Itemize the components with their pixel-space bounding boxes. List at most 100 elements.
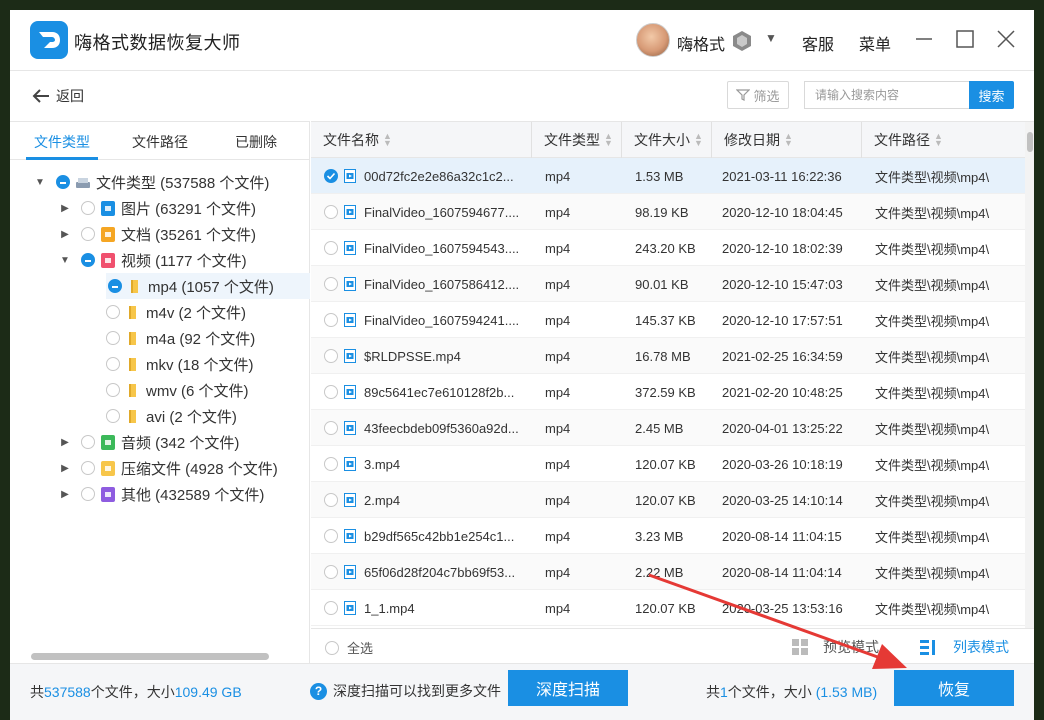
table-row[interactable]: FinalVideo_1607586412.... mp4 90.01 KB 2020… bbox=[311, 266, 1025, 302]
tree-checkbox[interactable] bbox=[108, 279, 122, 293]
menu-link[interactable]: 菜单 bbox=[859, 31, 891, 55]
cell-file-path: 文件类型\视频\mp4\ bbox=[875, 493, 990, 509]
row-checkbox[interactable] bbox=[324, 169, 338, 183]
cell-file-path: 文件类型\视频\mp4\ bbox=[875, 565, 990, 581]
recover-button[interactable]: 恢复 bbox=[894, 670, 1014, 706]
cell-file-size: 243.20 KB bbox=[635, 240, 696, 256]
row-checkbox[interactable] bbox=[324, 385, 338, 399]
vertical-scrollbar-thumb[interactable] bbox=[1027, 132, 1033, 152]
col-header-name[interactable]: 文件名称 ▲ ▼ bbox=[311, 122, 532, 158]
tree-item[interactable]: ▶ 其他 (432589 个文件) bbox=[59, 481, 264, 507]
tree-item-label: avi (2 个文件) bbox=[146, 408, 237, 426]
tree-item[interactable]: ▼ 视频 (1177 个文件) bbox=[59, 247, 247, 273]
table-row[interactable]: 00d72fc2e2e86a32c1c2... mp4 1.53 MB 2021-03… bbox=[311, 158, 1025, 194]
table-row[interactable]: 43feecbdeb09f5360a92d... mp4 2.45 MB 2020-0… bbox=[311, 410, 1025, 446]
tree-checkbox[interactable] bbox=[56, 175, 70, 189]
tree-item[interactable]: mp4 (1057 个文件) bbox=[106, 273, 310, 299]
row-checkbox[interactable] bbox=[324, 277, 338, 291]
expand-arrow-icon[interactable]: ▶ bbox=[59, 489, 71, 500]
tree-item[interactable]: ▶ 图片 (63291 个文件) bbox=[59, 195, 256, 221]
cell-modified-date: 2020-03-25 13:53:16 bbox=[722, 600, 843, 616]
username[interactable]: 嗨格式 bbox=[677, 31, 725, 55]
row-checkbox[interactable] bbox=[324, 457, 338, 471]
filter-button[interactable]: 筛选 bbox=[727, 81, 789, 109]
tree-item-label: m4v (2 个文件) bbox=[146, 304, 247, 322]
table-row[interactable]: 3.mp4 mp4 120.07 KB 2020-03-26 10:18:19 文件类型… bbox=[311, 446, 1025, 482]
tree-checkbox[interactable] bbox=[81, 227, 95, 241]
minimize-icon[interactable] bbox=[913, 28, 935, 50]
table-row[interactable]: 65f06d28f204c7bb69f53... mp4 2.22 MB 2020-0… bbox=[311, 554, 1025, 590]
tree-item[interactable]: m4a (92 个文件) bbox=[84, 325, 255, 351]
expand-arrow-icon[interactable]: ▶ bbox=[59, 203, 71, 214]
col-header-path[interactable]: 文件路径 ▲ ▼ bbox=[862, 122, 1025, 158]
customer-service-link[interactable]: 客服 bbox=[802, 31, 834, 55]
horizontal-scrollbar[interactable] bbox=[31, 653, 269, 660]
user-dropdown-icon[interactable]: ▼ bbox=[765, 31, 777, 45]
table-row[interactable]: 1_1.mp4 mp4 120.07 KB 2020-03-25 13:53:16 文件… bbox=[311, 590, 1025, 626]
vertical-scrollbar-track[interactable] bbox=[1025, 122, 1034, 638]
deep-scan-button[interactable]: 深度扫描 bbox=[508, 670, 628, 706]
tree-checkbox[interactable] bbox=[106, 331, 120, 345]
expand-arrow-icon[interactable]: ▶ bbox=[59, 229, 71, 240]
select-all[interactable]: 全选 bbox=[325, 638, 373, 657]
row-checkbox[interactable] bbox=[324, 493, 338, 507]
col-header-type[interactable]: 文件类型 ▲ ▼ bbox=[532, 122, 622, 158]
preview-mode-button[interactable]: 预览模式 bbox=[791, 637, 879, 657]
cell-modified-date: 2020-12-10 17:57:51 bbox=[722, 312, 843, 328]
row-checkbox[interactable] bbox=[324, 349, 338, 363]
row-checkbox[interactable] bbox=[324, 205, 338, 219]
search-button[interactable]: 搜索 bbox=[969, 81, 1014, 109]
tree-item[interactable]: ▼ 文件类型 (537588 个文件) bbox=[34, 169, 269, 195]
back-arrow-icon bbox=[32, 89, 49, 103]
select-all-checkbox[interactable] bbox=[325, 640, 339, 655]
tree-checkbox[interactable] bbox=[106, 409, 120, 423]
tree-checkbox[interactable] bbox=[81, 201, 95, 215]
search-input[interactable] bbox=[804, 81, 970, 109]
tree-checkbox[interactable] bbox=[106, 305, 120, 319]
tab-deleted[interactable]: 已删除 bbox=[235, 132, 277, 152]
tab-file-type[interactable]: 文件类型 bbox=[34, 132, 90, 152]
sort-icon: ▲ ▼ bbox=[934, 131, 943, 148]
table-row[interactable]: FinalVideo_1607594543.... mp4 243.20 KB 202… bbox=[311, 230, 1025, 266]
table-row[interactable]: 2.mp4 mp4 120.07 KB 2020-03-25 14:10:14 文件类型… bbox=[311, 482, 1025, 518]
list-mode-button[interactable]: 列表模式 bbox=[919, 637, 1009, 657]
col-header-date[interactable]: 修改日期 ▲ ▼ bbox=[712, 122, 862, 158]
tree-item[interactable]: ▶ 压缩文件 (4928 个文件) bbox=[59, 455, 278, 481]
maximize-icon[interactable] bbox=[954, 28, 976, 50]
tree-item[interactable]: ▶ 文档 (35261 个文件) bbox=[59, 221, 256, 247]
tab-file-path[interactable]: 文件路径 bbox=[132, 132, 188, 152]
tree-checkbox[interactable] bbox=[81, 253, 95, 267]
row-checkbox[interactable] bbox=[324, 529, 338, 543]
cell-file-size: 120.07 KB bbox=[635, 456, 696, 472]
help-icon[interactable]: ? bbox=[310, 682, 327, 700]
expand-arrow-icon[interactable]: ▶ bbox=[59, 437, 71, 448]
tree-checkbox[interactable] bbox=[106, 383, 120, 397]
tree-item[interactable]: mkv (18 个文件) bbox=[84, 351, 254, 377]
row-checkbox[interactable] bbox=[324, 241, 338, 255]
tree-item[interactable]: ▶ 音频 (342 个文件) bbox=[59, 429, 239, 455]
tree-checkbox[interactable] bbox=[106, 357, 120, 371]
table-row[interactable]: FinalVideo_1607594241.... mp4 145.37 KB 202… bbox=[311, 302, 1025, 338]
row-checkbox[interactable] bbox=[324, 421, 338, 435]
tree-checkbox[interactable] bbox=[81, 435, 95, 449]
table-row[interactable]: $RLDPSSE.mp4 mp4 16.78 MB 2021-02-25 16:34:… bbox=[311, 338, 1025, 374]
collapse-arrow-icon[interactable]: ▼ bbox=[34, 177, 46, 188]
tree-item[interactable]: avi (2 个文件) bbox=[84, 403, 237, 429]
row-checkbox[interactable] bbox=[324, 313, 338, 327]
tree-item-label: 文档 (35261 个文件) bbox=[121, 226, 257, 244]
row-checkbox[interactable] bbox=[324, 601, 338, 615]
expand-arrow-icon[interactable]: ▶ bbox=[59, 463, 71, 474]
col-header-size[interactable]: 文件大小 ▲ ▼ bbox=[622, 122, 712, 158]
table-row[interactable]: FinalVideo_1607594677.... mp4 98.19 KB 2020… bbox=[311, 194, 1025, 230]
tree-item[interactable]: m4v (2 个文件) bbox=[84, 299, 246, 325]
table-row[interactable]: b29df565c42bb1e254c1... mp4 3.23 MB 2020-08… bbox=[311, 518, 1025, 554]
back-button[interactable]: 返回 bbox=[32, 86, 84, 106]
tree-checkbox[interactable] bbox=[81, 487, 95, 501]
row-checkbox[interactable] bbox=[324, 565, 338, 579]
collapse-arrow-icon[interactable]: ▼ bbox=[59, 255, 71, 266]
tree-checkbox[interactable] bbox=[81, 461, 95, 475]
user-avatar[interactable] bbox=[636, 23, 670, 57]
tree-item[interactable]: wmv (6 个文件) bbox=[84, 377, 249, 403]
table-row[interactable]: 89c5641ec7e610128f2b... mp4 372.59 KB 2021-… bbox=[311, 374, 1025, 410]
close-icon[interactable] bbox=[995, 28, 1017, 50]
